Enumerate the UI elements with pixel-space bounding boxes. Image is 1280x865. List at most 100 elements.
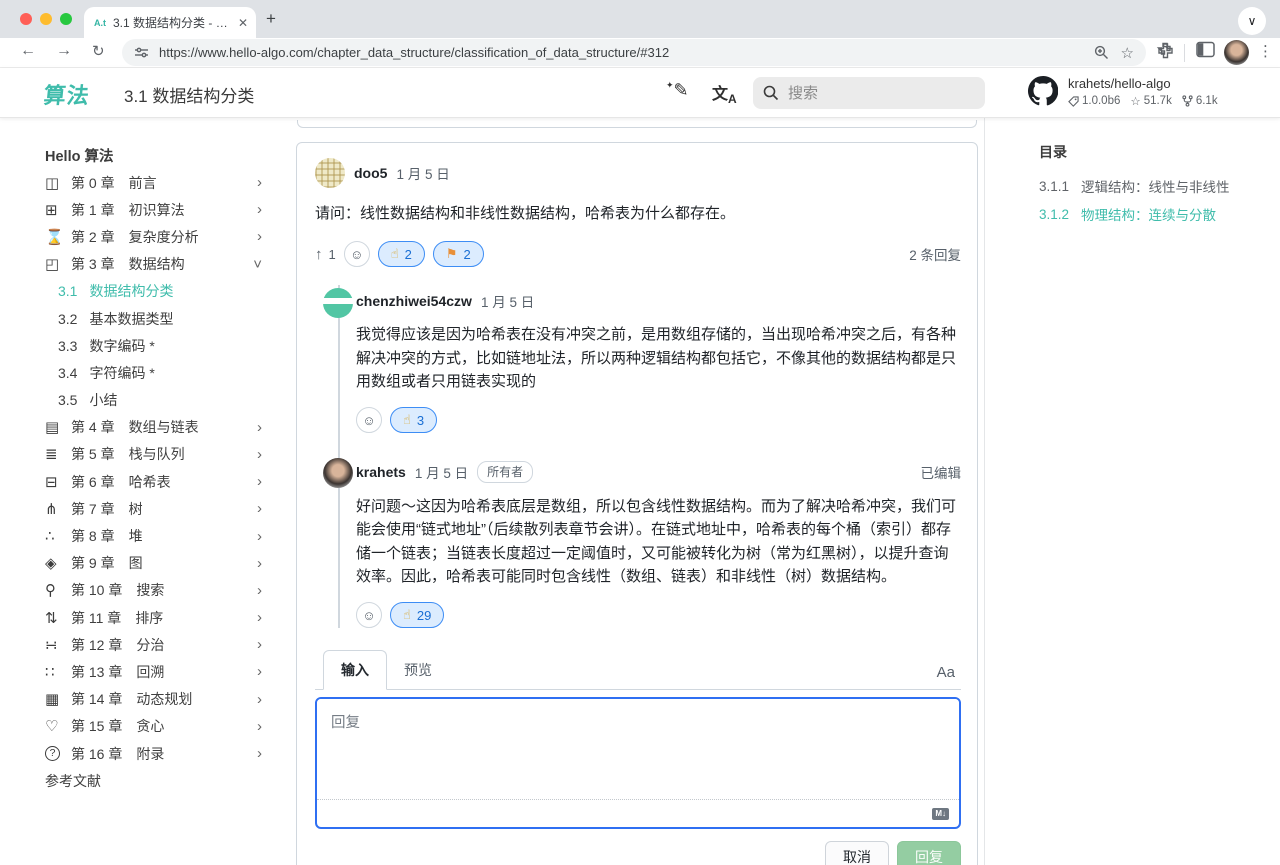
sidebar-item[interactable]: ◰ 第 3 章 数据结构 ˅ — [45, 251, 272, 278]
sidebar-item[interactable]: ⋔ 第 7 章 树 › — [45, 495, 272, 522]
chevron-icon[interactable]: › — [257, 201, 272, 218]
cancel-button[interactable]: 取消 — [825, 841, 889, 865]
reaction-pill-thumbs-up[interactable]: ☝ 2 — [378, 241, 425, 267]
browser-tab[interactable]: A.t 3.1 数据结构分类 - Hello 算法 ✕ — [84, 7, 256, 38]
search-input[interactable] — [788, 85, 948, 102]
reply-body: 我觉得应该是因为哈希表在没有冲突之前，是用数组存储的，当出现哈希冲突之后，有各种… — [356, 323, 961, 393]
reply-footer: ☺ ☝ 3 — [356, 407, 961, 433]
sidebar-item[interactable]: ⌛ 第 2 章 复杂度分析 › — [45, 223, 272, 250]
reload-button[interactable]: ↻ — [92, 42, 105, 60]
zoom-icon[interactable] — [1094, 45, 1109, 60]
translate-icon[interactable]: 文A — [712, 80, 737, 106]
chevron-icon[interactable]: › — [257, 500, 272, 517]
chevron-icon[interactable]: › — [257, 691, 272, 708]
bookmark-star-icon[interactable]: ☆ — [1121, 44, 1134, 62]
site-header: 算法 3.1 数据结构分类 ✦✎ 文A krahets/hello-algo 1… — [0, 68, 1280, 118]
chevron-icon[interactable]: › — [257, 609, 272, 626]
theme-toggle-icon[interactable]: ✦✎ — [666, 80, 689, 101]
tab-write[interactable]: 输入 — [323, 650, 387, 690]
chevron-icon[interactable]: › — [257, 473, 272, 490]
close-window-button[interactable] — [20, 13, 32, 25]
reply-author[interactable]: chenzhiwei54czw — [356, 293, 472, 309]
tab-close-icon[interactable]: ✕ — [238, 16, 248, 30]
sidebar-item[interactable]: ⊟ 第 6 章 哈希表 › — [45, 468, 272, 495]
toc-item[interactable]: 3.1.1 逻辑结构：线性与非线性 — [1039, 172, 1270, 200]
sidebar-item[interactable]: ∷ 第 13 章 回溯 › — [45, 658, 272, 685]
tab-overflow-chevron-icon[interactable]: ∨ — [1238, 7, 1266, 35]
reaction-pill-party[interactable]: ⚑ 2 — [433, 241, 484, 267]
comment-author[interactable]: doo5 — [354, 165, 387, 181]
search-box[interactable] — [753, 77, 985, 109]
add-reaction-button[interactable]: ☺ — [356, 602, 382, 628]
sidebar-item[interactable]: ▤ 第 4 章 数组与链表 › — [45, 414, 272, 441]
chapter-icon: ◰ — [45, 255, 71, 273]
text-format-button[interactable]: Aa — [937, 664, 961, 689]
up-arrow-icon: ↑ — [315, 246, 323, 263]
toc-list: 3.1.1 逻辑结构：线性与非线性 3.1.2 物理结构：连续与分散 — [1039, 172, 1270, 228]
sidebar-item[interactable]: ♡ 第 15 章 贪心 › — [45, 713, 272, 740]
chevron-icon[interactable]: › — [257, 555, 272, 572]
sidebar-item[interactable]: ⇅ 第 11 章 排序 › — [45, 604, 272, 631]
sidebar-item[interactable]: ⊞ 第 1 章 初识算法 › — [45, 196, 272, 223]
fork-icon — [1182, 95, 1193, 107]
tab-preview[interactable]: 预览 — [387, 651, 449, 689]
sidebar-item[interactable]: 3.5 小结 — [45, 387, 272, 414]
add-reaction-button[interactable]: ☺ — [344, 241, 370, 267]
chevron-icon[interactable]: › — [257, 663, 272, 680]
sidebar-item[interactable]: 参考文献 — [45, 767, 272, 794]
chevron-icon[interactable]: › — [257, 419, 272, 436]
chevron-icon[interactable]: › — [257, 228, 272, 245]
editor-footer: M↓ — [317, 799, 959, 827]
reply-textarea[interactable] — [317, 699, 959, 799]
forward-button[interactable]: → — [56, 42, 72, 60]
toolbar-divider — [1184, 44, 1185, 62]
sidebar-item[interactable]: 3.4 字符编码 * — [45, 359, 272, 386]
github-repo-link[interactable]: krahets/hello-algo 1.0.0b6 ☆51.7k 6.1k — [1028, 76, 1218, 108]
chevron-icon[interactable]: › — [257, 528, 272, 545]
sidebar-item[interactable]: ≣ 第 5 章 栈与队列 › — [45, 441, 272, 468]
reaction-pill-thumbs-up[interactable]: ☝ 29 — [390, 602, 444, 628]
chevron-icon[interactable]: › — [257, 446, 272, 463]
sidebar-item[interactable]: ∴ 第 8 章 堆 › — [45, 522, 272, 549]
chevron-icon[interactable]: › — [257, 636, 272, 653]
site-logo[interactable]: 算法 — [42, 78, 91, 110]
sidebar-item[interactable]: 3.1 数据结构分类 — [45, 278, 272, 305]
add-reaction-button[interactable]: ☺ — [356, 407, 382, 433]
avatar[interactable] — [323, 288, 353, 318]
site-settings-icon[interactable] — [134, 45, 149, 60]
browser-profile-avatar[interactable] — [1224, 40, 1249, 65]
toc-item[interactable]: 3.1.2 物理结构：连续与分散 — [1039, 200, 1270, 228]
url-text[interactable]: https://www.hello-algo.com/chapter_data_… — [159, 45, 1080, 60]
browser-menu-icon[interactable]: ⋮ — [1258, 42, 1273, 60]
sidebar-item[interactable]: ▦ 第 14 章 动态规划 › — [45, 686, 272, 713]
minimize-window-button[interactable] — [40, 13, 52, 25]
markdown-icon[interactable]: M↓ — [932, 808, 949, 820]
tag-icon — [1068, 96, 1079, 107]
sidebar-item[interactable]: ∺ 第 12 章 分治 › — [45, 631, 272, 658]
reply-author[interactable]: krahets — [356, 464, 406, 480]
sidebar-item[interactable]: ⚲ 第 10 章 搜索 › — [45, 577, 272, 604]
upvote-button[interactable]: ↑ 1 — [315, 246, 336, 263]
sidebar-item[interactable]: ? 第 16 章 附录 › — [45, 740, 272, 767]
sidebar-item[interactable]: 3.2 基本数据类型 — [45, 305, 272, 332]
reply-submit-button[interactable]: 回复 — [897, 841, 961, 865]
sidebar-item[interactable]: 3.3 数字编码 * — [45, 332, 272, 359]
avatar[interactable] — [315, 158, 345, 188]
sidebar-item[interactable]: ◫ 第 0 章 前言 › — [45, 169, 272, 196]
chapter-icon: ♡ — [45, 717, 71, 735]
side-panel-icon[interactable] — [1196, 41, 1215, 58]
chevron-icon[interactable]: › — [257, 745, 272, 762]
back-button[interactable]: ← — [20, 42, 36, 60]
new-tab-button[interactable]: + — [266, 9, 276, 29]
sidebar-item[interactable]: ◈ 第 9 章 图 › — [45, 550, 272, 577]
extensions-icon[interactable] — [1156, 41, 1174, 59]
chapter-icon: ⊞ — [45, 201, 71, 219]
chevron-icon[interactable]: ˅ — [253, 256, 272, 273]
chevron-icon[interactable]: › — [257, 718, 272, 735]
fullscreen-window-button[interactable] — [60, 13, 72, 25]
avatar[interactable] — [323, 458, 353, 488]
reaction-pill-thumbs-up[interactable]: ☝ 3 — [390, 407, 437, 433]
address-bar[interactable]: https://www.hello-algo.com/chapter_data_… — [122, 39, 1146, 66]
chevron-icon[interactable]: › — [257, 582, 272, 599]
chevron-icon[interactable]: › — [257, 174, 272, 191]
